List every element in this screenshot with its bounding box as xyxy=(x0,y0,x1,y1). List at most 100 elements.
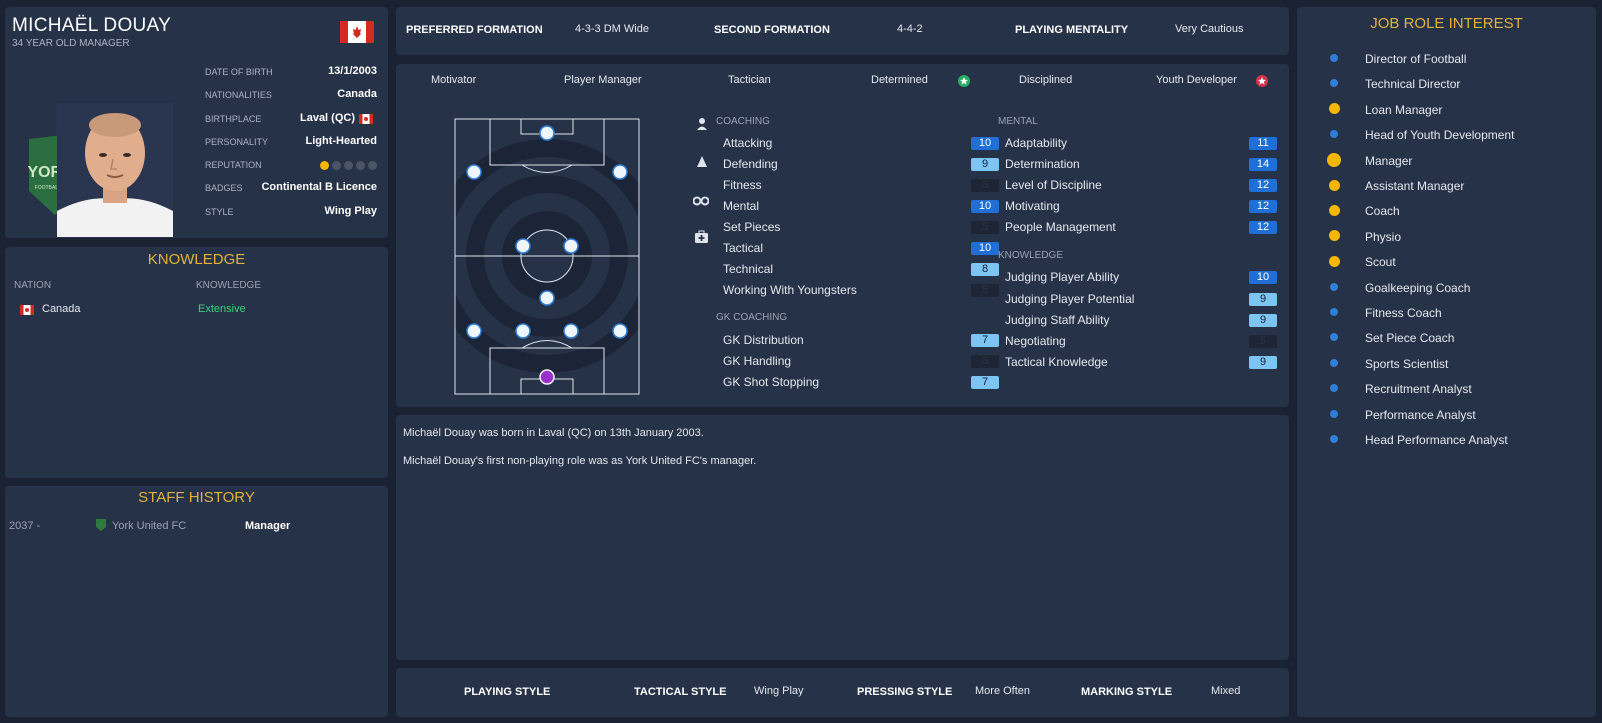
canada-flag-icon xyxy=(20,305,34,315)
interest-dot-icon xyxy=(1328,103,1340,115)
mental-heading: MENTAL xyxy=(998,116,1038,127)
attr-value: 7 xyxy=(971,334,999,347)
interest-dot-icon xyxy=(1330,308,1338,316)
attr-value: 8 xyxy=(971,263,999,276)
attr-gk-distribution: GK Distribution xyxy=(723,333,804,347)
staff-history-panel: STAFF HISTORY 2037 - York United FC Mana… xyxy=(5,486,388,717)
history-role: Manager xyxy=(245,520,291,532)
history-club[interactable]: York United FC xyxy=(112,520,186,532)
knowledge-panel: KNOWLEDGE NATION KNOWLEDGE Canada Extens… xyxy=(5,247,388,478)
attr-value: 12 xyxy=(1249,221,1277,234)
manager-name: MICHAËL DOUAY xyxy=(12,15,172,36)
job-role-item: Manager xyxy=(1297,150,1596,170)
trait-tactician: Tactician xyxy=(728,74,771,86)
interest-dot-icon xyxy=(1330,54,1338,62)
attr-value: 9 xyxy=(1249,356,1277,369)
attr-value: 9 xyxy=(1249,314,1277,327)
interest-dot-icon xyxy=(1328,255,1340,267)
attr-value: 5 xyxy=(1249,335,1277,348)
canada-flag-icon xyxy=(340,21,374,43)
col-nation: NATION xyxy=(14,280,52,291)
attr-mental: Mental xyxy=(723,199,760,213)
job-role-panel: JOB ROLE INTEREST Director of Football Te… xyxy=(1297,7,1596,717)
binoculars-icon xyxy=(693,196,709,206)
attr-attacking: Attacking xyxy=(723,136,773,150)
tactical-style-label: TACTICAL STYLE xyxy=(634,686,727,698)
detail-reputation: Reputation xyxy=(205,158,377,174)
attr-negotiating: Negotiating xyxy=(1005,334,1066,348)
attr-gk-handling: GK Handling xyxy=(723,354,792,368)
attr-value: 5 xyxy=(971,221,999,234)
knowledge-nation[interactable]: Canada xyxy=(42,303,81,315)
attr-adaptability: Adaptability xyxy=(1005,136,1068,150)
coaching-icon xyxy=(697,118,707,130)
job-role-item: Head Performance Analyst xyxy=(1297,429,1596,449)
attr-people-management: People Management xyxy=(1005,220,1116,234)
job-role-label: Head Performance Analyst xyxy=(1365,433,1508,447)
attr-tactical-knowledge: Tactical Knowledge xyxy=(1005,355,1108,369)
interest-dot-icon xyxy=(1330,79,1338,88)
star-red-icon xyxy=(1256,75,1268,87)
interest-dot-icon xyxy=(1330,358,1338,367)
attr-defending: Defending xyxy=(723,157,778,171)
job-role-item: Technical Director xyxy=(1297,73,1596,93)
fitness-icon xyxy=(697,156,707,167)
interest-dot-icon xyxy=(1328,179,1340,191)
attr-judging-staff-ability: Judging Staff Ability xyxy=(1005,313,1110,327)
attr-determination: Determination xyxy=(1005,157,1080,171)
mentality-value: Very Cautious xyxy=(1175,23,1244,35)
job-role-item: Loan Manager xyxy=(1297,99,1596,119)
interest-dot-icon xyxy=(1330,384,1338,393)
interest-dot-icon xyxy=(1328,230,1340,242)
trait-disciplined: Disciplined xyxy=(1019,74,1073,86)
attr-value: 11 xyxy=(1249,137,1277,150)
manager-subtitle: 34 YEAR OLD MANAGER xyxy=(12,38,130,49)
canada-flag-icon xyxy=(359,114,373,124)
job-role-item: Assistant Manager xyxy=(1297,175,1596,195)
knowledge-title: KNOWLEDGE xyxy=(147,251,246,268)
job-role-label: Set Piece Coach xyxy=(1365,331,1455,346)
attr-level-of-discipline: Level of Discipline xyxy=(1005,178,1102,192)
history-years: 2037 - xyxy=(9,520,41,532)
profile-panel: MICHAËL DOUAY 34 YEAR OLD MANAGER YORK9 … xyxy=(5,7,388,238)
attr-gk-shot-stopping: GK Shot Stopping xyxy=(723,375,820,389)
job-role-item: Head of Youth Development xyxy=(1297,124,1596,144)
detail-nationality: Nationalities Canada xyxy=(205,88,377,100)
detail-dob: Date of Birth 13/1/2003 xyxy=(205,65,377,77)
attr-value: 12 xyxy=(1249,200,1277,213)
job-role-label: Sports Scientist xyxy=(1365,356,1449,371)
detail-birthplace: Birthplace Laval (QC) xyxy=(205,112,377,128)
job-role-label: Scout xyxy=(1365,255,1396,270)
job-role-item: Director of Football xyxy=(1297,48,1596,68)
trait-player-manager: Player Manager xyxy=(564,74,642,86)
attr-judging-player-ability: Judging Player Ability xyxy=(1005,270,1120,284)
gk-coaching-heading: GK COACHING xyxy=(716,312,788,323)
job-role-label: Director of Football xyxy=(1365,52,1467,66)
club-crest-icon xyxy=(96,519,106,531)
attr-fitness: Fitness xyxy=(723,178,762,192)
attr-judging-player-potential: Judging Player Potential xyxy=(1005,292,1135,306)
attr-technical: Technical xyxy=(723,262,774,276)
marking-style-value: Mixed xyxy=(1211,685,1241,697)
job-role-label: Fitness Coach xyxy=(1365,306,1442,320)
coaching-heading: COACHING xyxy=(716,116,770,127)
bio-line-2: Michaël Douay's first non-playing role w… xyxy=(403,455,757,467)
preferred-formation-label: PREFERRED FORMATION xyxy=(406,24,543,36)
attr-value: 5 xyxy=(971,284,999,297)
attr-value: 3 xyxy=(971,179,999,192)
marking-style-label: MARKING STYLE xyxy=(1081,686,1173,698)
job-role-label: Physio xyxy=(1365,229,1402,244)
job-role-label: Manager xyxy=(1365,153,1413,168)
job-role-label: Recruitment Analyst xyxy=(1365,382,1472,397)
attr-set-pieces: Set Pieces xyxy=(723,220,781,234)
pressing-style-value: More Often xyxy=(975,685,1031,697)
knowledge-attrs-heading: KNOWLEDGE xyxy=(998,250,1064,261)
attr-value: 10 xyxy=(1249,271,1277,284)
job-role-label: Performance Analyst xyxy=(1365,407,1476,422)
job-role-label: Head of Youth Development xyxy=(1365,128,1515,143)
job-role-item: Physio xyxy=(1297,226,1596,246)
interest-dot-icon xyxy=(1330,435,1338,443)
history-title: STAFF HISTORY xyxy=(138,489,255,506)
attr-tactical: Tactical xyxy=(723,241,764,255)
reputation-stars xyxy=(320,161,377,170)
